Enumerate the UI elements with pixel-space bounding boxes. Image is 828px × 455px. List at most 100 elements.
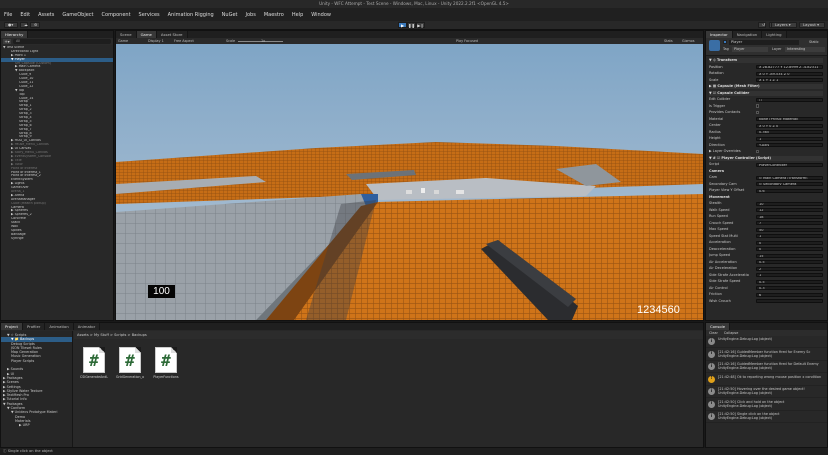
object-name-field[interactable]: Player [729,39,799,45]
console-entry[interactable]: ! [21:42:48] Ok to reporting wrong mouse … [706,374,827,386]
hierarchy-item[interactable]: Syringe [1,237,113,241]
inspector-row[interactable]: Edit Collider ⬡ [709,97,823,102]
menu-item-edit[interactable]: Edit [20,12,30,18]
inspector-row[interactable]: Cam ⊙ Main Camera (Transform) [709,175,823,180]
inspector-row[interactable]: Material None (Physic Material) [709,117,823,122]
checkbox[interactable] [756,110,760,115]
inspector-row[interactable]: Stealth 10 [709,201,823,206]
active-checkbox[interactable] [723,40,727,44]
script-file[interactable]: # CSIGenerateAndLo... [80,347,108,379]
inspector-row[interactable]: Is Trigger [709,104,823,109]
tab-scene[interactable]: Scene [116,31,137,38]
tab-profiler[interactable]: Profiler [23,323,46,330]
menu-item-file[interactable]: File [4,12,12,18]
inspector-row[interactable]: Side Strafe Speed 0.5 [709,279,823,284]
script-file[interactable]: # GridGeneration_old [116,347,144,379]
console-entry[interactable]: i UnityEngine.Debug:Log (object) [706,336,827,348]
inspector-row-value[interactable]: 0.5 [756,260,823,264]
inspector-row[interactable]: Run Speed 18 [709,214,823,219]
inspector-row-value[interactable]: 10 [756,201,823,206]
script-file[interactable]: # PlayerFunctions [152,347,180,379]
inspector-row[interactable]: Speed Stat Multi 1 [709,234,823,239]
inspector-row[interactable]: Script PlayerController [709,162,823,167]
play-icon[interactable]: ▶ [398,22,407,28]
inspector-row[interactable]: Crouch Speed 7 [709,221,823,226]
tab-console[interactable]: Console [706,323,731,330]
static-toggle[interactable]: Static [809,40,819,45]
inspector-row[interactable]: ▼ ⊹ Transform [709,58,823,63]
inspector-row-value[interactable]: X 0 Y 0 Z 0 [756,123,823,128]
inspector-row[interactable]: Air Acceleration 0.5 [709,260,823,265]
inspector-row[interactable]: Player View Y Offset 0.6 [709,188,823,193]
tab-asset-store[interactable]: Asset Store [156,31,188,38]
inspector-row-value[interactable]: 1 [756,234,823,238]
inspector-row[interactable]: Rotation X 0 Y -89.534 Z 0 [709,71,823,76]
checkbox[interactable] [756,104,760,108]
inspector-row-value[interactable]: 0.3 [756,286,823,290]
step-icon[interactable]: ▶❙ [416,22,425,28]
inspector-row[interactable]: Walk Speed 12 [709,208,823,213]
hierarchy-search-input[interactable]: All [13,39,111,44]
menu-item-gameobject[interactable]: GameObject [62,12,93,18]
inspector-row[interactable]: Scale X 1 Y 1 Z 1 [709,78,823,83]
inspector-row-value[interactable]: 0 [756,247,823,251]
inspector-row[interactable]: Side Strafe Acceleratio 1 [709,273,823,278]
console-entry[interactable]: i [21:42:50] Click and hold on the object… [706,399,827,411]
pause-icon[interactable]: ❚❚ [407,22,416,28]
inspector-row-value[interactable]: X 0 Y -89.534 Z 0 [756,71,823,76]
layout-dropdown[interactable]: Layout ▾ [799,22,825,28]
inspector-row[interactable]: Secondary Cam ⊙ Secondary Camera [709,182,823,187]
menu-item-services[interactable]: Services [139,12,160,18]
inspector-row[interactable]: Max Speed 50 [709,227,823,232]
game-viewport[interactable]: 100 1234560 [116,44,703,320]
menu-item-nuget[interactable]: NuGet [222,12,238,18]
cloud-icon[interactable]: ☁ [20,22,28,28]
inspector-row-value[interactable]: 1 [756,273,823,277]
add-icon[interactable]: +▾ [3,39,11,44]
tab-animator[interactable]: Animator [73,323,101,330]
project-tree-item[interactable]: ▶ URP [1,423,72,427]
inspector-row-value[interactable]: X 28.82777 Y 12.8999 Z -4.82311 [756,65,823,69]
inspector-row-value[interactable]: 50 [756,227,823,232]
inspector-row-value[interactable]: 2 [756,266,823,271]
inspector-row-value[interactable]: ⊙ Main Camera (Transform) [756,175,823,180]
inspector-row[interactable]: ▶ Layer Overrides [709,149,823,154]
inspector-row-value[interactable]: 0.6 [756,188,823,193]
console-entry[interactable]: i [21:42:50] Hovering over the desired ga… [706,386,827,398]
inspector-row-value[interactable]: 7 [756,221,823,225]
console-entry[interactable]: i [21:42:16] GuidedMember function fired … [706,361,827,373]
inspector-row[interactable]: Position X 28.82777 Y 12.8999 Z -4.82311 [709,65,823,70]
tab-animation[interactable]: Animation [45,323,74,330]
inspector-row[interactable]: Deacceleration 0 [709,247,823,252]
inspector-row[interactable]: Jump Speed 15 [709,253,823,258]
inspector-row-value[interactable]: ⬡ [756,97,823,102]
layer-dropdown[interactable]: Interesting [785,47,825,52]
inspector-row[interactable]: Air Control 0.3 [709,286,823,291]
layers-dropdown[interactable]: Layers ▾ [771,22,797,28]
inspector-row[interactable]: Acceleration 0 [709,240,823,245]
inspector-row[interactable]: Friction 6 [709,292,823,297]
inspector-row-value[interactable]: 15 [756,253,823,258]
inspector-row[interactable]: ▼ # ☑ Player Controller (Script) [709,155,823,161]
inspector-row[interactable]: ▶ ▦ Capsule (Mesh Filter) [709,84,823,89]
menu-item-animation-rigging[interactable]: Animation Rigging [168,12,214,18]
inspector-row[interactable]: ▼ ☑ Capsule Collider [709,90,823,96]
tab-project[interactable]: Project [1,323,23,330]
tab-game[interactable]: Game [136,31,157,38]
collab-icon[interactable]: ⚙ [30,22,40,28]
menu-item-component[interactable]: Component [102,12,131,18]
inspector-row-value[interactable]: None (Physic Material) [756,117,823,121]
inspector-row-value[interactable]: PlayerController [756,162,823,167]
inspector-row[interactable]: Provides Contacts [709,110,823,115]
checkbox[interactable] [756,149,760,154]
console-entry[interactable]: i [21:42:16] GuidedMember function fired … [706,349,827,361]
inspector-row[interactable]: Direction Y-Axis [709,143,823,148]
tab-lighting[interactable]: Lighting [762,31,787,38]
inspector-row-value[interactable]: 1 [756,136,823,141]
console-entry[interactable]: i [21:42:50] Single click on the object Un… [706,411,827,423]
tab-inspector[interactable]: Inspector [706,31,733,38]
inspector-row-value[interactable]: ⊙ Secondary Camera [756,182,823,186]
menu-item-window[interactable]: Window [311,12,331,18]
inspector-row-value[interactable]: Y-Axis [756,143,823,147]
tab-hierarchy[interactable]: Hierarchy [1,31,29,38]
